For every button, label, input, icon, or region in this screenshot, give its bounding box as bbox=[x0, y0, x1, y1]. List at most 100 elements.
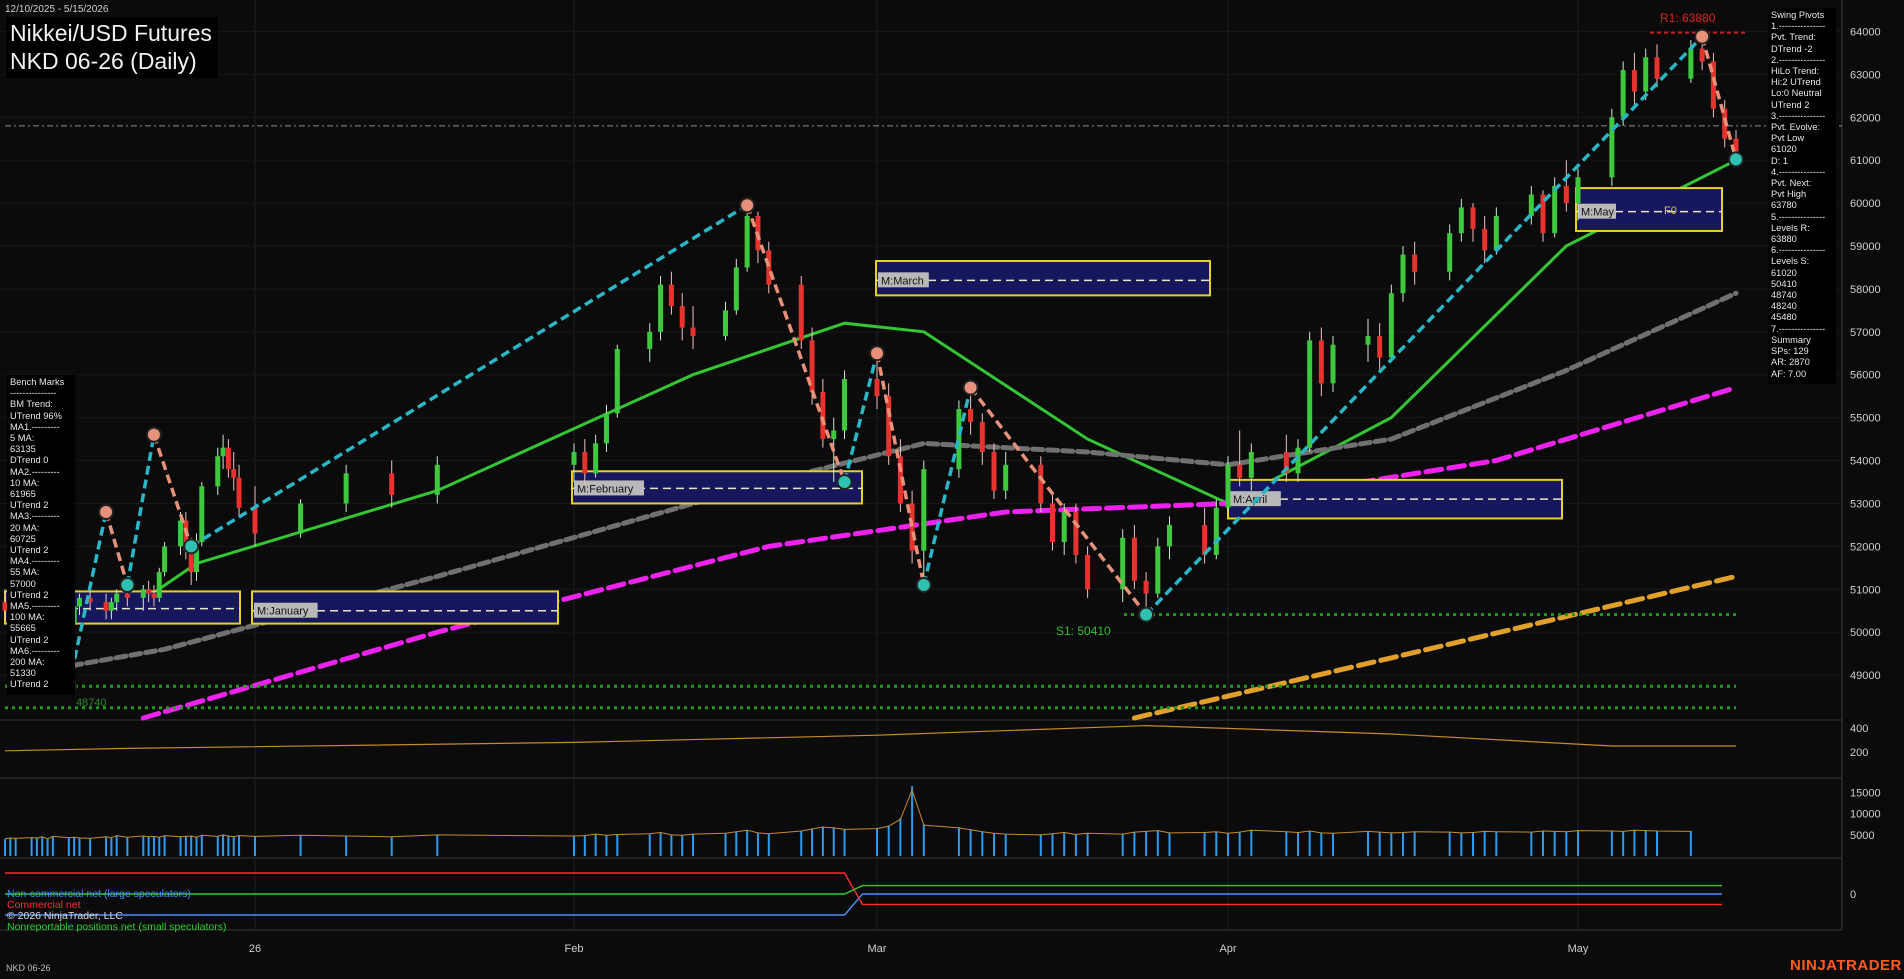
panel-line: MA1.--------- bbox=[10, 421, 60, 432]
panel-line: Summary bbox=[1771, 334, 1811, 345]
candle-body bbox=[1213, 507, 1219, 555]
candle-body bbox=[252, 507, 258, 534]
candle-body bbox=[1318, 340, 1324, 384]
candle-body bbox=[1620, 70, 1626, 118]
candle-body bbox=[124, 593, 130, 598]
panel-line: Pvt High bbox=[1771, 189, 1807, 200]
panel-line: 4.--------------- bbox=[1771, 166, 1826, 177]
support-level-tag: 48740 bbox=[76, 697, 107, 709]
swing-high-marker bbox=[739, 197, 756, 214]
y-tick-label: 59000 bbox=[1850, 241, 1881, 253]
panel-line: UTrend 2 bbox=[10, 589, 49, 600]
candle-body bbox=[571, 451, 577, 465]
y-tick-label: 56000 bbox=[1850, 370, 1881, 382]
panel-line: HiLo Trend: bbox=[1771, 66, 1820, 77]
panel-line: D: 1 bbox=[1771, 155, 1789, 166]
candle-body bbox=[679, 306, 685, 328]
swing-low-marker bbox=[183, 538, 200, 555]
candle-body bbox=[220, 447, 226, 457]
candle-body bbox=[298, 503, 304, 534]
candle-body bbox=[215, 456, 221, 487]
panel-line: Levels R: bbox=[1771, 222, 1810, 233]
monthly-box-label: M:February bbox=[577, 483, 634, 495]
candle-body bbox=[1447, 233, 1453, 272]
panel-line: 7.--------------- bbox=[1771, 323, 1826, 334]
cot-legend: Non-commercial net (large speculators) C… bbox=[7, 889, 226, 933]
y-tick-label: 51000 bbox=[1850, 584, 1881, 596]
y-tick-label: 54000 bbox=[1850, 456, 1881, 468]
y-tick-label: 55000 bbox=[1850, 413, 1881, 425]
chart-canvas: M:January M:February M:March M:April M:May F0… bbox=[0, 0, 1904, 979]
candle-body bbox=[1528, 194, 1534, 216]
support-label: S1: 50410 bbox=[1056, 624, 1111, 638]
candle-body bbox=[178, 520, 184, 547]
candle-body bbox=[1400, 254, 1406, 294]
x-tick-label: May bbox=[1568, 943, 1589, 955]
panel-line: 57000 bbox=[10, 578, 36, 589]
candle-body bbox=[956, 409, 962, 470]
candle-body bbox=[1699, 48, 1705, 62]
candle-body bbox=[1412, 254, 1418, 272]
panel-line: Pvt Low bbox=[1771, 133, 1805, 144]
candle-body bbox=[979, 421, 985, 452]
candle-body bbox=[647, 331, 653, 349]
candle-body bbox=[968, 409, 974, 422]
panel-line: 2.--------------- bbox=[1771, 54, 1826, 65]
y-tick-label: 64000 bbox=[1850, 26, 1881, 38]
y-tick-label: 57000 bbox=[1850, 327, 1881, 339]
panel-line: 61020 bbox=[1771, 144, 1797, 155]
panel-line: UTrend 96% bbox=[10, 410, 62, 421]
candle-body bbox=[690, 327, 696, 337]
candle-body bbox=[1643, 57, 1649, 92]
candle-body bbox=[1225, 464, 1231, 508]
resistance-label: R1: 63880 bbox=[1660, 11, 1716, 25]
panel-line: MA3.--------- bbox=[10, 511, 60, 522]
contract-title: NKD 06-26 (Daily) bbox=[10, 48, 197, 74]
panel-line: 100 MA: bbox=[10, 612, 45, 623]
candle-body bbox=[1050, 503, 1055, 543]
candle-body bbox=[1248, 451, 1254, 478]
monthly-box-label: M:March bbox=[881, 275, 924, 287]
y-tick-label: 15000 bbox=[1850, 788, 1881, 800]
panel-line: 5 MA: bbox=[10, 433, 35, 444]
instrument-title: Nikkei/USD Futures bbox=[10, 20, 212, 46]
candle-body bbox=[1330, 344, 1336, 384]
candle-body bbox=[991, 451, 997, 491]
legend-small-specs: Nonreportable positions net (small specu… bbox=[7, 921, 227, 933]
candle-body bbox=[146, 589, 152, 594]
panel-line: DTrend -2 bbox=[1771, 43, 1813, 54]
panel-line: 50410 bbox=[1771, 278, 1797, 289]
y-tick-label: 52000 bbox=[1850, 541, 1881, 553]
monthly-box-label: M:April bbox=[1233, 494, 1267, 506]
candle-body bbox=[744, 215, 750, 268]
candle-body bbox=[1482, 228, 1488, 251]
candle-body bbox=[162, 546, 168, 573]
candle-body bbox=[582, 451, 588, 474]
candle-body bbox=[343, 473, 349, 504]
candle-body bbox=[1388, 293, 1394, 358]
candle-body bbox=[225, 447, 231, 470]
panel-line: AR: 2870 bbox=[1771, 357, 1810, 368]
panel-line: UTrend 2 bbox=[1771, 99, 1810, 110]
candle-body bbox=[389, 473, 395, 495]
candle-body bbox=[1307, 340, 1313, 448]
y-tick-label: 5000 bbox=[1850, 830, 1874, 842]
swing-high-marker bbox=[98, 504, 115, 521]
candle-body bbox=[1073, 512, 1079, 555]
candle-body bbox=[614, 348, 620, 414]
swing-high-marker bbox=[145, 426, 162, 443]
panel-line: MA6.--------- bbox=[10, 645, 60, 656]
candle-body bbox=[1155, 546, 1161, 594]
panel-line: Levels S: bbox=[1771, 256, 1810, 267]
panel-line: MA5.--------- bbox=[10, 601, 60, 612]
candle-body bbox=[1143, 580, 1149, 594]
footer-symbol: NKD 06-26 bbox=[6, 963, 51, 973]
candle-body bbox=[1654, 57, 1660, 79]
candle-body bbox=[103, 602, 109, 611]
panel-line: 48740 bbox=[1771, 290, 1797, 301]
panel-line: UTrend 2 bbox=[10, 545, 49, 556]
panel-line: Swing Pivots bbox=[1771, 10, 1825, 20]
panel-line: 20 MA: bbox=[10, 522, 40, 533]
panel-line: Hi:2 UTrend bbox=[1771, 77, 1821, 88]
candle-body bbox=[921, 469, 927, 551]
